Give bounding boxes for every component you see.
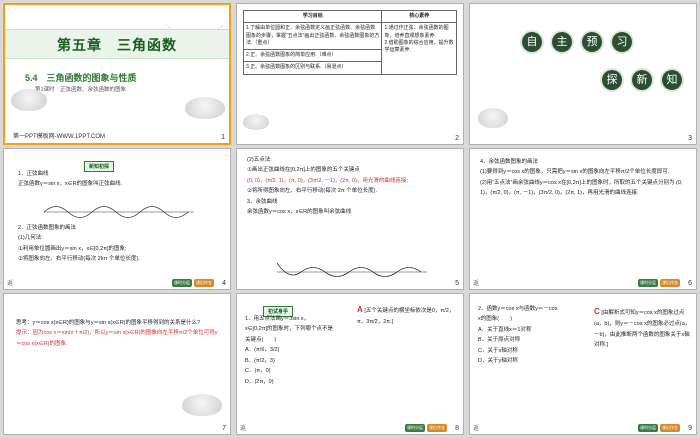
slide-thumbnail-8[interactable]: 初试身手 1．用五点法画y＝3sin x， x∈[0,2π]的图象时，下列哪个点… bbox=[236, 293, 464, 435]
ink-char: 自 bbox=[522, 32, 542, 52]
slide-body: 4．余弦函数图象的画法 (1)要得到y＝cos x的图象，只需把y＝sin x的… bbox=[480, 159, 683, 197]
table-cell: 3.正、余弦函数图象的区别与联系.（易混点） bbox=[242, 61, 383, 75]
option-b: B．关于原点对称 bbox=[478, 337, 521, 344]
slide-thumbnail-7[interactable]: 思考：y＝cos x(x∈R)的图象与y＝sin x(x∈R)的图象平移得到的关… bbox=[3, 293, 231, 435]
answer-explanation: C [由解析式可知y＝cos x的图象过点(a，b)，则y＝－cos x的图象必… bbox=[594, 307, 691, 349]
cosine-curve-graph bbox=[277, 262, 427, 277]
ink-char: 新 bbox=[632, 70, 652, 90]
question: 1．用五点法画y＝3sin x， x∈[0,2π]的图象时，下列哪个点不是 关键… bbox=[245, 314, 355, 387]
ink-char: 知 bbox=[662, 70, 682, 90]
table-cell: 2.正、余弦函数图象的简单应用.（难点） bbox=[242, 48, 383, 63]
objectives-table: 学习目标 核心素养 1.了解由单位圆和正、余弦函数定义画正弦函数、余弦函数图象的… bbox=[242, 9, 457, 75]
ink-char: 探 bbox=[602, 70, 622, 90]
self-study-heading: 自 主 预 习 bbox=[522, 32, 632, 52]
slide-number: 4 bbox=[222, 280, 226, 287]
slide-thumbnail-5[interactable]: (2)五点法: ①画出正弦曲线在[0,2π]上的图象的五个关键点 (0, 0)，… bbox=[236, 148, 464, 290]
slide-thumbnail-2[interactable]: 学习目标 核心素养 1.了解由单位圆和正、余弦函数定义画正弦函数、余弦函数图象的… bbox=[236, 3, 464, 145]
chapter-title: 第五章 三角函数 bbox=[57, 37, 177, 53]
answer-letter: C bbox=[594, 307, 600, 316]
option-d: D．(2π，0) bbox=[245, 378, 274, 385]
nav-button[interactable]: 课时分层 bbox=[638, 279, 658, 287]
slide-number: 6 bbox=[688, 280, 692, 287]
slide-body: (2)五点法: ①画出正弦曲线在[0,2π]上的图象的五个关键点 (0, 0)，… bbox=[247, 157, 408, 216]
nav-button[interactable]: 课后作业 bbox=[427, 424, 447, 432]
nav-buttons: 课时分层 课后作业 bbox=[638, 279, 680, 287]
slide-body: 思考：y＝cos x(x∈R)的图象与y＝sin x(x∈R)的图象平移得到的关… bbox=[16, 320, 218, 347]
nav-button[interactable]: 课时分层 bbox=[405, 424, 425, 432]
nav-buttons: 课时分层 课后作业 bbox=[172, 279, 214, 287]
side-mark: 返 bbox=[7, 281, 14, 287]
ink-char: 主 bbox=[552, 32, 572, 52]
lotus-decoration bbox=[182, 394, 222, 416]
side-mark: 返 bbox=[240, 426, 247, 432]
ink-char: 预 bbox=[582, 32, 602, 52]
table-cell: 1.通过作正弦、余弦函数的图象，培养直观想象素养. 2.借助图象的综合应用，提升… bbox=[381, 22, 457, 75]
side-mark: 返 bbox=[473, 426, 480, 432]
table-cell: 1.了解由单位圆和正、余弦函数定义画正弦函数、余弦函数图象的步骤，掌握“五点法”… bbox=[242, 22, 383, 50]
slide-thumbnail-1[interactable]: 第五章 三角函数 5.4 三角函数的图象与性质 第1课时 正弦函数、余弦函数的图… bbox=[3, 3, 231, 145]
option-c: C．(π，0) bbox=[245, 368, 271, 375]
answer-letter: A bbox=[357, 305, 363, 314]
option-d: D．关于y轴对称 bbox=[478, 358, 518, 365]
section-subtitle: 5.4 三角函数的图象与性质 bbox=[25, 73, 137, 83]
slide-thumbnail-4[interactable]: 新知初探 1．正弦曲线 正弦函数y＝sin x，x∈R的图象叫正弦曲线. 2．正… bbox=[3, 148, 231, 290]
slide-number: 3 bbox=[688, 135, 692, 142]
slide-number: 5 bbox=[455, 280, 459, 287]
slide-thumbnail-3[interactable]: 自 主 预 习 探 新 知 3 bbox=[469, 3, 697, 145]
lesson-title: 第1课时 正弦函数、余弦函数的图象 bbox=[35, 87, 127, 93]
slide-sorter-grid: 第五章 三角函数 5.4 三角函数的图象与性质 第1课时 正弦函数、余弦函数的图… bbox=[0, 0, 700, 438]
sine-curve-graph bbox=[44, 206, 194, 218]
slide-body-2: 2．正弦函数图象的画法 (1)几何法: ①利用单位圆画出y＝sin x，x∈[0… bbox=[18, 225, 140, 263]
slide-thumbnail-9[interactable]: 2．函数y＝cos x与函数y＝－cos x的图象( ) A．关于直线x＝1对称… bbox=[469, 293, 697, 435]
nav-button[interactable]: 课后作业 bbox=[660, 424, 680, 432]
nav-buttons: 课时分层 课后作业 bbox=[638, 424, 680, 432]
slide-body: 1．正弦曲线 正弦函数y＝sin x，x∈R的图象叫正弦曲线. bbox=[18, 171, 123, 188]
slide-number: 7 bbox=[222, 425, 226, 432]
nav-button[interactable]: 课后作业 bbox=[194, 279, 214, 287]
option-c: C．关于x轴对称 bbox=[478, 347, 518, 354]
slide-number: 2 bbox=[455, 135, 459, 142]
nav-button[interactable]: 课后作业 bbox=[660, 279, 680, 287]
side-mark: 返 bbox=[473, 281, 480, 287]
table-header-literacy: 核心素养 bbox=[381, 9, 457, 24]
lotus-decoration bbox=[243, 114, 269, 130]
nav-buttons: 课时分层 课后作业 bbox=[405, 424, 447, 432]
nav-button[interactable]: 课时分层 bbox=[172, 279, 192, 287]
lotus-decoration bbox=[11, 89, 47, 111]
slide-thumbnail-6[interactable]: 4．余弦函数图象的画法 (1)要得到y＝cos x的图象，只需把y＝sin x的… bbox=[469, 148, 697, 290]
nav-button[interactable]: 课时分层 bbox=[638, 424, 658, 432]
lotus-decoration-right bbox=[185, 97, 225, 119]
answer-explanation: A [五个关键点的横坐标依次是0，π/2，π，3π/2，2π.] bbox=[357, 305, 455, 326]
lotus-decoration bbox=[478, 108, 508, 128]
explore-heading: 探 新 知 bbox=[602, 70, 682, 90]
option-b: B．(π/2，3) bbox=[245, 357, 275, 364]
slide-number: 8 bbox=[455, 425, 459, 432]
slide-number: 1 bbox=[221, 134, 225, 141]
question: 2．函数y＝cos x与函数y＝－cos x的图象( ) A．关于直线x＝1对称… bbox=[478, 304, 596, 367]
ink-char: 习 bbox=[612, 32, 632, 52]
option-a: A．(π/6，3/2) bbox=[245, 347, 280, 354]
publisher-text: 第一PPT模板网-WWW.1PPT.COM bbox=[13, 134, 105, 140]
table-header-goals: 学习目标 bbox=[242, 9, 383, 24]
slide-number: 9 bbox=[688, 425, 692, 432]
option-a: A．关于直线x＝1对称 bbox=[478, 326, 532, 333]
